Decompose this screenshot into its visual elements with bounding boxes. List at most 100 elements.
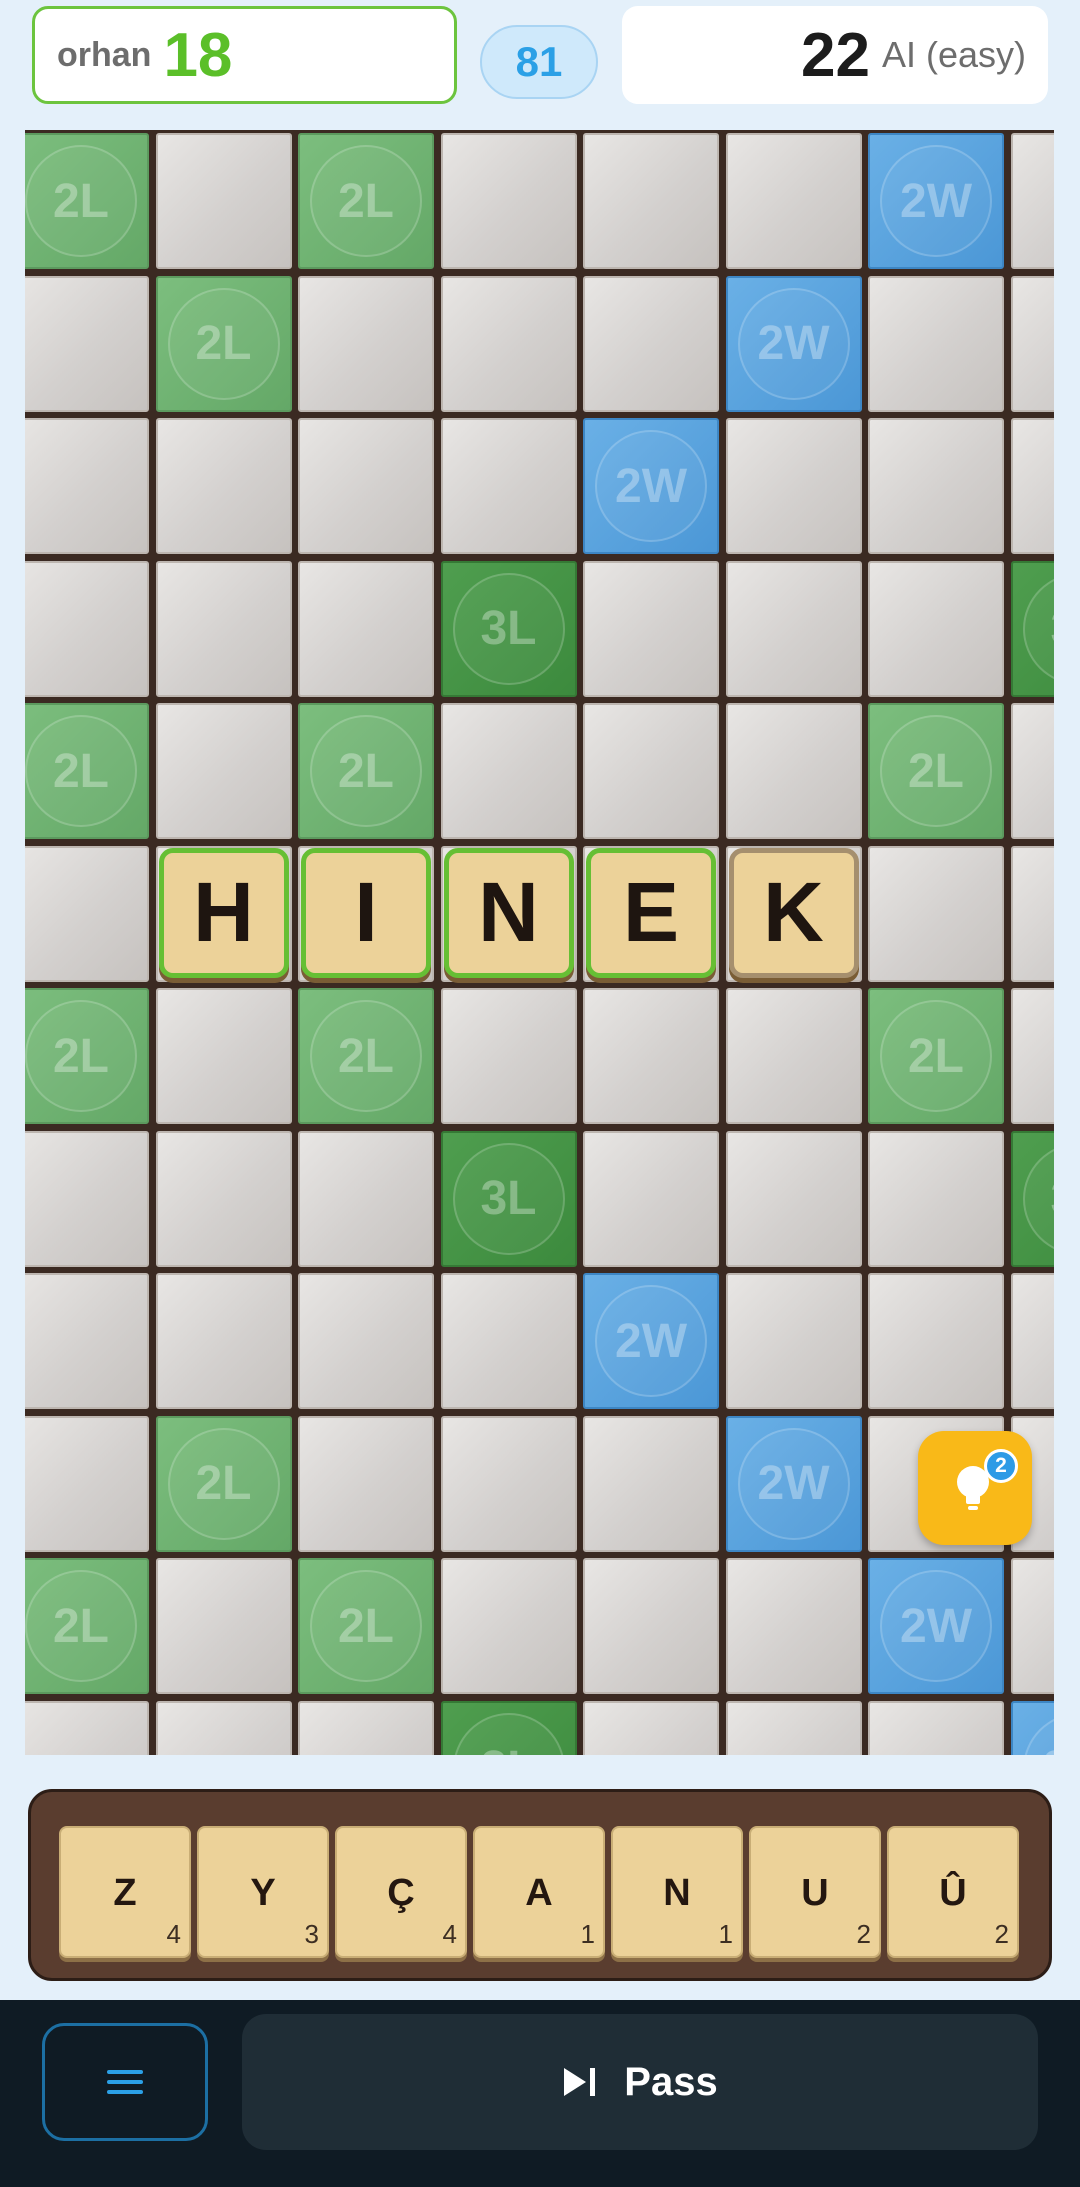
bonus-cell[interactable]: 2L xyxy=(298,133,434,269)
board-cell[interactable] xyxy=(583,703,719,839)
bonus-cell[interactable]: 2W xyxy=(868,1558,1004,1694)
rack-tile[interactable]: A 1 xyxy=(473,1826,605,1958)
pass-button[interactable]: Pass xyxy=(242,2014,1038,2150)
bonus-cell[interactable]: 3L xyxy=(440,1130,577,1267)
board-cell[interactable] xyxy=(583,988,719,1124)
board-cell[interactable] xyxy=(298,1130,434,1267)
bonus-cell[interactable]: 2L xyxy=(298,703,434,839)
board-cell[interactable] xyxy=(155,1700,292,1755)
board-cell[interactable] xyxy=(25,418,149,554)
rack-tile[interactable]: U 2 xyxy=(749,1826,881,1958)
rack-tile[interactable]: Y 3 xyxy=(197,1826,329,1958)
board-cell[interactable] xyxy=(583,1558,719,1694)
bonus-cell[interactable]: 2L xyxy=(155,1415,292,1552)
board-cell[interactable] xyxy=(155,1558,292,1694)
bonus-cell[interactable]: 2L xyxy=(155,275,292,412)
board-cell[interactable] xyxy=(25,275,149,412)
bonus-cell[interactable]: 3L xyxy=(1010,1130,1054,1267)
board-cell[interactable] xyxy=(440,133,577,269)
board-cell[interactable] xyxy=(298,418,434,554)
board-cell[interactable] xyxy=(583,1415,719,1552)
board-cell[interactable] xyxy=(725,560,862,697)
board-cell[interactable] xyxy=(298,1700,434,1755)
bonus-cell[interactable]: 2W xyxy=(725,1415,862,1552)
board-cell[interactable] xyxy=(25,560,149,697)
board-cell[interactable] xyxy=(25,1415,149,1552)
board-cell[interactable] xyxy=(1010,418,1054,554)
board-cell[interactable] xyxy=(868,1700,1004,1755)
board-cell[interactable] xyxy=(1010,133,1054,269)
board-cell[interactable] xyxy=(440,1273,577,1409)
board-cell[interactable] xyxy=(583,133,719,269)
bonus-cell[interactable]: 2L xyxy=(298,1558,434,1694)
rack-tile[interactable]: Z 4 xyxy=(59,1826,191,1958)
board-cell[interactable] xyxy=(298,560,434,697)
board-cell[interactable] xyxy=(155,1273,292,1409)
bonus-cell[interactable]: 3L xyxy=(440,560,577,697)
placed-tile[interactable]: I xyxy=(301,847,431,978)
placed-tile[interactable]: N xyxy=(443,847,574,978)
board-cell[interactable] xyxy=(725,418,862,554)
rack-tile[interactable]: N 1 xyxy=(611,1826,743,1958)
board-cell[interactable] xyxy=(440,1415,577,1552)
board-cell[interactable] xyxy=(868,275,1004,412)
placed-tile[interactable]: H xyxy=(158,847,289,978)
board-cell[interactable] xyxy=(583,1700,719,1755)
bonus-cell[interactable]: 2W xyxy=(583,1273,719,1409)
board-cell[interactable] xyxy=(725,1273,862,1409)
placed-tile[interactable]: K xyxy=(728,847,859,978)
bonus-cell[interactable]: 3L xyxy=(440,1700,577,1755)
board-cell[interactable] xyxy=(25,1273,149,1409)
board-cell[interactable] xyxy=(155,560,292,697)
bonus-cell[interactable]: 2L xyxy=(868,703,1004,839)
board-cell[interactable] xyxy=(1010,275,1054,412)
bonus-cell[interactable]: 2W xyxy=(725,275,862,412)
board-cell[interactable] xyxy=(1010,845,1054,982)
bonus-cell[interactable]: 2W xyxy=(1010,1700,1054,1755)
board-cell[interactable] xyxy=(1010,703,1054,839)
bonus-cell[interactable]: 2L xyxy=(25,1558,149,1694)
board-cell[interactable] xyxy=(868,845,1004,982)
bonus-cell[interactable]: 2L xyxy=(25,133,149,269)
board-cell[interactable] xyxy=(725,1130,862,1267)
placed-tile[interactable]: E xyxy=(586,847,716,978)
board-cell[interactable] xyxy=(725,1558,862,1694)
board-cell[interactable] xyxy=(25,1700,149,1755)
board-cell[interactable] xyxy=(440,988,577,1124)
bonus-cell[interactable]: 2L xyxy=(868,988,1004,1124)
board-cell[interactable] xyxy=(1010,988,1054,1124)
board-cell[interactable] xyxy=(155,703,292,839)
game-board[interactable]: 2L 2L 2W 2L 2W 2W 3L 3L 2L 2L 2L 2L 2L 2L 3L 3L 2W 2L 2W 2L… xyxy=(25,130,1054,1755)
menu-button[interactable] xyxy=(42,2023,208,2141)
bonus-cell[interactable]: 2L xyxy=(25,703,149,839)
board-cell[interactable] xyxy=(298,1415,434,1552)
bonus-cell[interactable]: 3L xyxy=(1010,560,1054,697)
board-cell[interactable] xyxy=(155,133,292,269)
board-cell[interactable] xyxy=(440,1558,577,1694)
board-cell[interactable] xyxy=(583,275,719,412)
rack-tile[interactable]: Ç 4 xyxy=(335,1826,467,1958)
board-cell[interactable] xyxy=(298,275,434,412)
board-cell[interactable] xyxy=(725,1700,862,1755)
board-cell[interactable] xyxy=(725,988,862,1124)
bonus-cell[interactable]: 2L xyxy=(298,988,434,1124)
board-cell[interactable] xyxy=(440,418,577,554)
board-cell[interactable] xyxy=(868,1273,1004,1409)
board-cell[interactable] xyxy=(1010,1558,1054,1694)
hint-button[interactable]: 2 xyxy=(918,1431,1032,1545)
board-cell[interactable] xyxy=(1010,1273,1054,1409)
board-cell[interactable] xyxy=(298,1273,434,1409)
board-cell[interactable] xyxy=(868,1130,1004,1267)
board-cell[interactable] xyxy=(155,988,292,1124)
bonus-cell[interactable]: 2L xyxy=(25,988,149,1124)
board-cell[interactable] xyxy=(868,560,1004,697)
tiles-left-badge[interactable]: 81 xyxy=(480,25,598,99)
board-cell[interactable] xyxy=(25,1130,149,1267)
board-cell[interactable] xyxy=(440,275,577,412)
board-cell[interactable] xyxy=(583,560,719,697)
board-cell[interactable] xyxy=(725,703,862,839)
rack-tile[interactable]: Û 2 xyxy=(887,1826,1019,1958)
bonus-cell[interactable]: 2W xyxy=(868,133,1004,269)
board-cell[interactable] xyxy=(155,418,292,554)
bonus-cell[interactable]: 2W xyxy=(583,418,719,554)
